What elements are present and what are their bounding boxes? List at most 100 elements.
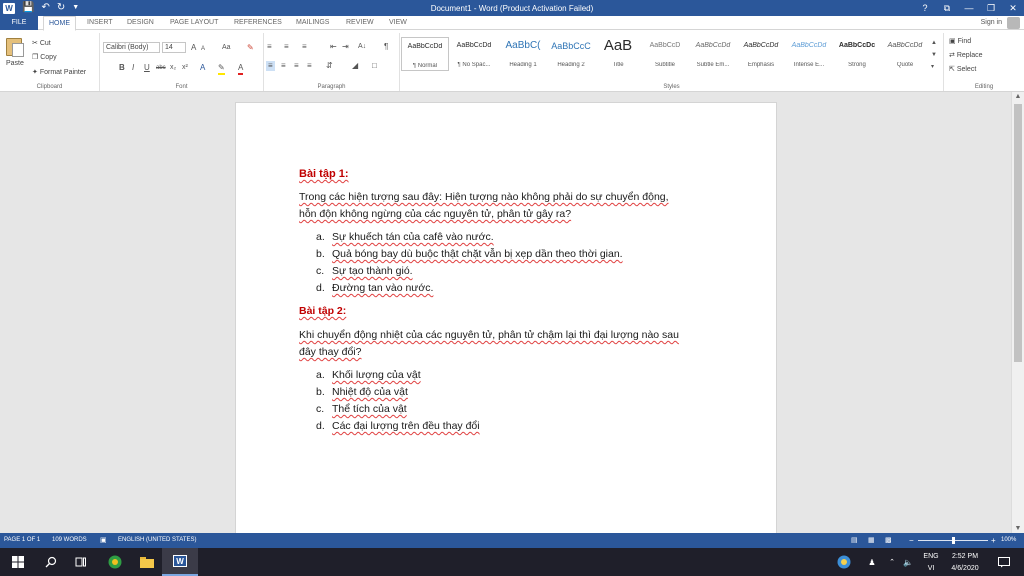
ribbon-display-button[interactable]: ⧉ — [936, 3, 958, 14]
people-icon[interactable]: ♟ — [864, 548, 880, 576]
shrink-font-button[interactable]: A — [201, 44, 205, 54]
justify-icon[interactable]: ≡ — [307, 61, 312, 71]
task-view-button[interactable] — [66, 548, 96, 576]
zoom-level[interactable]: 100% — [1001, 533, 1016, 548]
tab-design[interactable]: DESIGN — [127, 16, 154, 30]
volume-icon[interactable]: 🔈 — [901, 548, 915, 576]
zoom-slider-thumb[interactable] — [951, 537, 955, 544]
styles-more-icon[interactable]: ▾ — [931, 62, 934, 72]
highlight-icon[interactable]: ✎ — [218, 63, 225, 75]
clear-formatting-icon[interactable]: ✎ — [247, 43, 254, 53]
style-normal[interactable]: AaBbCcDd ¶ Normal — [401, 37, 449, 71]
save-icon[interactable]: 💾 — [22, 0, 34, 16]
web-layout-icon[interactable]: ▩ — [885, 533, 892, 548]
decrease-indent-icon[interactable]: ⇤ — [330, 42, 337, 52]
style-subtle-emphasis[interactable]: AaBbCcDd Subtle Em... — [689, 37, 737, 71]
taskbar-word-button[interactable]: W — [162, 548, 198, 576]
style-quote[interactable]: AaBbCcDd Quote — [881, 37, 929, 71]
close-button[interactable]: ✕ — [1002, 3, 1024, 14]
text-effects-icon[interactable]: A — [200, 63, 205, 73]
minimize-button[interactable]: — — [958, 3, 980, 13]
clock-date[interactable]: 4/6/2020 — [945, 564, 985, 574]
file-explorer-button[interactable] — [132, 548, 162, 576]
document-page[interactable]: Bài tập 1: Trong các hiện tượng sau đây:… — [235, 102, 777, 533]
help-button[interactable]: ? — [914, 3, 936, 13]
find-button[interactable]: ▣ Find — [949, 37, 971, 45]
scrollbar-thumb[interactable] — [1014, 104, 1022, 362]
show-hidden-icons-icon[interactable]: ⌃ — [886, 548, 898, 576]
tab-insert[interactable]: INSERT — [87, 16, 113, 30]
change-case-button[interactable]: Aa — [222, 43, 231, 53]
font-color-icon[interactable]: A — [238, 63, 244, 75]
align-right-icon[interactable]: ≡ — [294, 61, 299, 71]
maximize-button[interactable]: ❐ — [980, 3, 1002, 14]
strikethrough-button[interactable]: abc — [156, 63, 166, 73]
print-layout-icon[interactable]: ▦ — [868, 533, 875, 548]
sign-in-link[interactable]: Sign in — [981, 16, 1002, 30]
undo-icon[interactable]: ↶ — [41, 0, 49, 16]
word-count[interactable]: 109 WORDS — [52, 533, 87, 548]
bold-button[interactable]: B — [119, 63, 125, 73]
tab-mailings[interactable]: MAILINGS — [296, 16, 329, 30]
line-spacing-icon[interactable]: ⇵ — [326, 61, 333, 71]
style-title[interactable]: AaB Title — [594, 37, 642, 71]
proofing-icon[interactable]: ▣ — [100, 533, 107, 548]
language-indicator[interactable]: ENGLISH (UNITED STATES) — [118, 533, 196, 548]
subscript-button[interactable]: x₂ — [170, 63, 176, 73]
tab-file[interactable]: FILE — [0, 16, 38, 30]
style-strong[interactable]: AaBbCcDc Strong — [833, 37, 881, 71]
document-area[interactable]: Bài tập 1: Trong các hiện tượng sau đây:… — [0, 92, 1011, 533]
tab-review[interactable]: REVIEW — [346, 16, 374, 30]
replace-button[interactable]: ⇄ Replace — [949, 51, 983, 59]
customize-toolbar-icon[interactable]: ▼ — [72, 0, 79, 16]
align-center-icon[interactable]: ≡ — [281, 61, 286, 71]
style-subtitle[interactable]: AaBbCcD Subtitle — [641, 37, 689, 71]
start-button[interactable] — [0, 548, 36, 576]
tab-view[interactable]: VIEW — [389, 16, 407, 30]
redo-icon[interactable]: ↻ — [57, 0, 65, 16]
page-count[interactable]: PAGE 1 OF 1 — [4, 533, 40, 548]
multilevel-list-icon[interactable]: ≡ — [302, 42, 307, 52]
paste-icon[interactable] — [6, 38, 24, 57]
show-formatting-button[interactable]: ¶ — [384, 42, 388, 52]
clock-time[interactable]: 2:52 PM — [945, 552, 985, 562]
input-language-bottom[interactable]: VI — [921, 564, 941, 574]
zoom-in-button[interactable]: + — [991, 533, 996, 548]
styles-scroll-up-icon[interactable]: ▲ — [931, 38, 937, 48]
cut-button[interactable]: ✂ Cut — [32, 39, 51, 47]
styles-scroll-down-icon[interactable]: ▼ — [931, 50, 937, 60]
scroll-up-icon[interactable]: ▲ — [1012, 93, 1024, 100]
scroll-down-icon[interactable]: ▼ — [1012, 525, 1024, 532]
superscript-button[interactable]: x² — [182, 63, 188, 73]
format-painter-button[interactable]: ✦ Format Painter — [32, 68, 86, 76]
borders-icon[interactable]: □ — [372, 61, 377, 71]
input-language-top[interactable]: ENG — [921, 552, 941, 562]
underline-button[interactable]: U — [144, 63, 150, 73]
font-name-dropdown[interactable]: Calibri (Body) — [103, 42, 160, 53]
style-no-spacing[interactable]: AaBbCcDd ¶ No Spac... — [450, 37, 498, 71]
bullets-icon[interactable]: ≡ — [267, 42, 272, 52]
paste-button[interactable]: Paste — [6, 60, 24, 67]
search-button[interactable] — [36, 548, 66, 576]
font-size-dropdown[interactable]: 14 — [162, 42, 186, 53]
italic-button[interactable]: I — [132, 63, 134, 73]
increase-indent-icon[interactable]: ⇥ — [342, 42, 349, 52]
zoom-out-button[interactable]: − — [909, 533, 914, 548]
avatar[interactable] — [1007, 17, 1020, 29]
style-heading-1[interactable]: AaBbC( Heading 1 — [499, 37, 547, 71]
shading-icon[interactable]: ◢ — [352, 61, 358, 71]
select-button[interactable]: ⇱ Select — [949, 65, 976, 73]
grow-font-button[interactable]: A — [191, 43, 196, 53]
taskbar-app-green[interactable] — [100, 548, 130, 576]
numbering-icon[interactable]: ≡ — [284, 42, 289, 52]
align-left-icon[interactable]: ≡ — [266, 61, 275, 71]
sort-icon[interactable]: A↓ — [358, 42, 366, 52]
tab-home[interactable]: HOME — [43, 16, 76, 31]
vertical-scrollbar[interactable]: ▲ ▼ — [1011, 92, 1024, 533]
word-app-icon[interactable]: W — [3, 2, 15, 14]
style-intense-emphasis[interactable]: AaBbCcDd Intense E... — [785, 37, 833, 71]
help-tray-icon[interactable] — [836, 548, 852, 576]
style-emphasis[interactable]: AaBbCcDd Emphasis — [737, 37, 785, 71]
tab-references[interactable]: REFERENCES — [234, 16, 282, 30]
style-heading-2[interactable]: AaBbCcC Heading 2 — [547, 37, 595, 71]
